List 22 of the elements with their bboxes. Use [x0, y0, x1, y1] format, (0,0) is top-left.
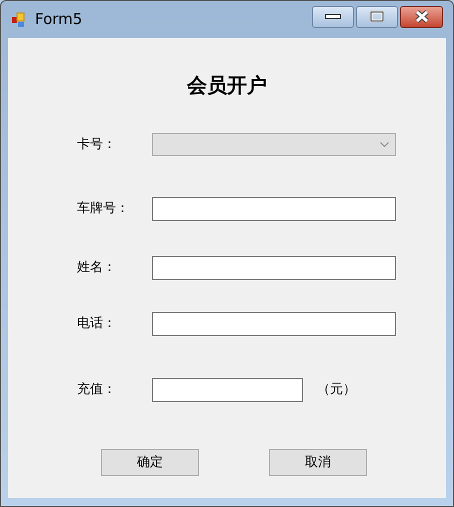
chevron-down-icon: [380, 142, 389, 147]
input-field[interactable]: [152, 378, 303, 402]
field-label: 充值：: [77, 381, 117, 400]
app-icon: [11, 12, 27, 28]
minimize-icon: [325, 14, 341, 19]
unit-label: （元）: [317, 381, 356, 400]
form-heading: 会员开户: [186, 72, 268, 99]
close-icon: [414, 10, 430, 23]
maximize-icon: [370, 11, 384, 22]
field-label: 姓名：: [77, 259, 117, 278]
field-label: 卡号：: [77, 136, 117, 154]
input-field[interactable]: [152, 312, 396, 336]
field-label: 车牌号：: [77, 200, 130, 218]
form-button[interactable]: 确定: [101, 449, 199, 476]
close-button[interactable]: [400, 6, 443, 28]
maximize-button[interactable]: [356, 6, 398, 28]
input-field[interactable]: [152, 256, 396, 280]
field-label: 电话：: [77, 315, 117, 334]
input-field[interactable]: [152, 197, 396, 221]
window-title: Form5: [35, 9, 82, 30]
form-button[interactable]: 取消: [269, 449, 367, 476]
minimize-button[interactable]: [312, 6, 354, 28]
